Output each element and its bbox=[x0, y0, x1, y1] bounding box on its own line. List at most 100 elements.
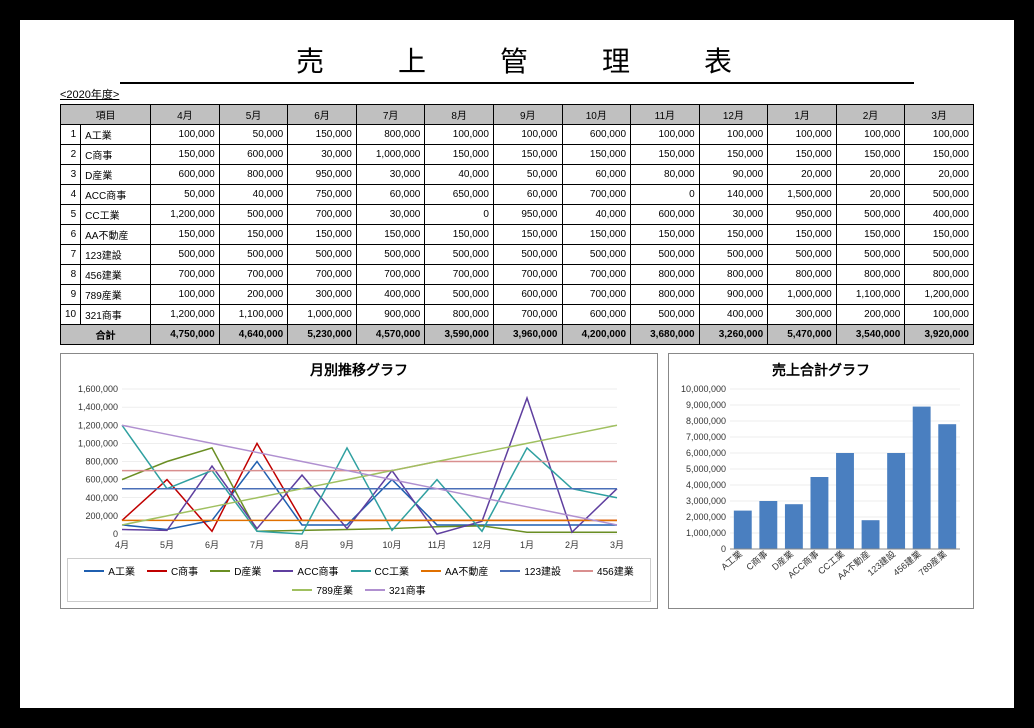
cell-value: 800,000 bbox=[631, 265, 700, 285]
cell-value: 150,000 bbox=[356, 225, 425, 245]
row-index: 10 bbox=[61, 305, 81, 325]
row-index: 3 bbox=[61, 165, 81, 185]
cell-value: 500,000 bbox=[288, 245, 357, 265]
cell-value: 50,000 bbox=[151, 185, 220, 205]
cell-value: 800,000 bbox=[356, 125, 425, 145]
svg-text:1,400,000: 1,400,000 bbox=[78, 402, 118, 412]
total-row: 合計4,750,0004,640,0005,230,0004,570,0003,… bbox=[61, 325, 974, 345]
cell-value: 150,000 bbox=[151, 225, 220, 245]
cell-value: 600,000 bbox=[219, 145, 288, 165]
table-row: 8456建業700,000700,000700,000700,000700,00… bbox=[61, 265, 974, 285]
cell-value: 500,000 bbox=[699, 245, 768, 265]
cell-value: 150,000 bbox=[836, 145, 905, 165]
total-cell: 3,260,000 bbox=[699, 325, 768, 345]
total-cell: 4,640,000 bbox=[219, 325, 288, 345]
cell-value: 150,000 bbox=[562, 145, 631, 165]
cell-value: 800,000 bbox=[836, 265, 905, 285]
table-row: 4ACC商事50,00040,000750,00060,000650,00060… bbox=[61, 185, 974, 205]
cell-value: 500,000 bbox=[836, 205, 905, 225]
cell-value: 90,000 bbox=[699, 165, 768, 185]
cell-value: 20,000 bbox=[836, 185, 905, 205]
svg-text:200,000: 200,000 bbox=[85, 511, 118, 521]
legend-item: 321商事 bbox=[365, 582, 426, 597]
cell-value: 300,000 bbox=[768, 305, 837, 325]
cell-value: 800,000 bbox=[219, 165, 288, 185]
total-cell: 4,570,000 bbox=[356, 325, 425, 345]
row-name: 456建業 bbox=[81, 265, 151, 285]
cell-value: 200,000 bbox=[836, 305, 905, 325]
cell-value: 500,000 bbox=[631, 245, 700, 265]
row-name: C商事 bbox=[81, 145, 151, 165]
cell-value: 950,000 bbox=[768, 205, 837, 225]
legend-item: AA不動産 bbox=[421, 563, 488, 578]
cell-value: 150,000 bbox=[905, 225, 974, 245]
svg-text:10,000,000: 10,000,000 bbox=[681, 384, 726, 394]
svg-text:2月: 2月 bbox=[565, 540, 579, 550]
svg-text:1,600,000: 1,600,000 bbox=[78, 384, 118, 394]
svg-text:3,000,000: 3,000,000 bbox=[686, 496, 726, 506]
cell-value: 800,000 bbox=[425, 305, 494, 325]
cell-value: 400,000 bbox=[699, 305, 768, 325]
cell-value: 500,000 bbox=[219, 245, 288, 265]
bar-chart-title: 売上合計グラフ bbox=[675, 360, 967, 380]
cell-value: 900,000 bbox=[356, 305, 425, 325]
svg-text:600,000: 600,000 bbox=[85, 475, 118, 485]
cell-value: 800,000 bbox=[699, 265, 768, 285]
svg-text:0: 0 bbox=[721, 544, 726, 554]
svg-text:9月: 9月 bbox=[340, 540, 354, 550]
cell-value: 150,000 bbox=[151, 145, 220, 165]
svg-text:6月: 6月 bbox=[205, 540, 219, 550]
col-header: 4月 bbox=[151, 105, 220, 125]
col-header: 3月 bbox=[905, 105, 974, 125]
cell-value: 1,000,000 bbox=[356, 145, 425, 165]
cell-value: 150,000 bbox=[905, 145, 974, 165]
line-chart: 0200,000400,000600,000800,0001,000,0001,… bbox=[67, 384, 627, 554]
cell-value: 800,000 bbox=[768, 265, 837, 285]
row-name: D産業 bbox=[81, 165, 151, 185]
cell-value: 40,000 bbox=[562, 205, 631, 225]
charts-row: 月別推移グラフ 0200,000400,000600,000800,0001,0… bbox=[60, 353, 974, 609]
cell-value: 300,000 bbox=[288, 285, 357, 305]
cell-value: 150,000 bbox=[562, 225, 631, 245]
cell-value: 100,000 bbox=[836, 125, 905, 145]
cell-value: 100,000 bbox=[905, 305, 974, 325]
cell-value: 150,000 bbox=[493, 145, 562, 165]
cell-value: 0 bbox=[631, 185, 700, 205]
legend-swatch bbox=[273, 570, 293, 572]
cell-value: 700,000 bbox=[288, 265, 357, 285]
row-index: 7 bbox=[61, 245, 81, 265]
legend-swatch bbox=[365, 589, 385, 591]
col-header: 2月 bbox=[836, 105, 905, 125]
cell-value: 950,000 bbox=[493, 205, 562, 225]
col-header: 9月 bbox=[493, 105, 562, 125]
total-cell: 3,960,000 bbox=[493, 325, 562, 345]
svg-text:1,000,000: 1,000,000 bbox=[686, 528, 726, 538]
sales-table: 項目4月5月6月7月8月9月10月11月12月1月2月3月 1A工業100,00… bbox=[60, 104, 974, 345]
row-name: 123建設 bbox=[81, 245, 151, 265]
total-cell: 3,680,000 bbox=[631, 325, 700, 345]
cell-value: 500,000 bbox=[425, 245, 494, 265]
legend-swatch bbox=[500, 570, 520, 572]
bar-chart-box: 売上合計グラフ 01,000,0002,000,0003,000,0004,00… bbox=[668, 353, 974, 609]
col-header: 6月 bbox=[288, 105, 357, 125]
row-name: 321商事 bbox=[81, 305, 151, 325]
cell-value: 150,000 bbox=[836, 225, 905, 245]
cell-value: 800,000 bbox=[631, 285, 700, 305]
legend-label: 321商事 bbox=[389, 582, 426, 597]
cell-value: 1,000,000 bbox=[288, 305, 357, 325]
col-header: 1月 bbox=[768, 105, 837, 125]
col-header: 5月 bbox=[219, 105, 288, 125]
svg-text:3月: 3月 bbox=[610, 540, 624, 550]
line-chart-box: 月別推移グラフ 0200,000400,000600,000800,0001,0… bbox=[60, 353, 658, 609]
row-name: CC工業 bbox=[81, 205, 151, 225]
cell-value: 700,000 bbox=[288, 205, 357, 225]
cell-value: 40,000 bbox=[425, 165, 494, 185]
line-chart-title: 月別推移グラフ bbox=[67, 360, 651, 380]
cell-value: 0 bbox=[425, 205, 494, 225]
svg-text:6,000,000: 6,000,000 bbox=[686, 448, 726, 458]
cell-value: 700,000 bbox=[562, 185, 631, 205]
svg-text:8月: 8月 bbox=[295, 540, 309, 550]
svg-text:123建設: 123建設 bbox=[865, 548, 897, 578]
cell-value: 700,000 bbox=[493, 265, 562, 285]
cell-value: 150,000 bbox=[699, 145, 768, 165]
